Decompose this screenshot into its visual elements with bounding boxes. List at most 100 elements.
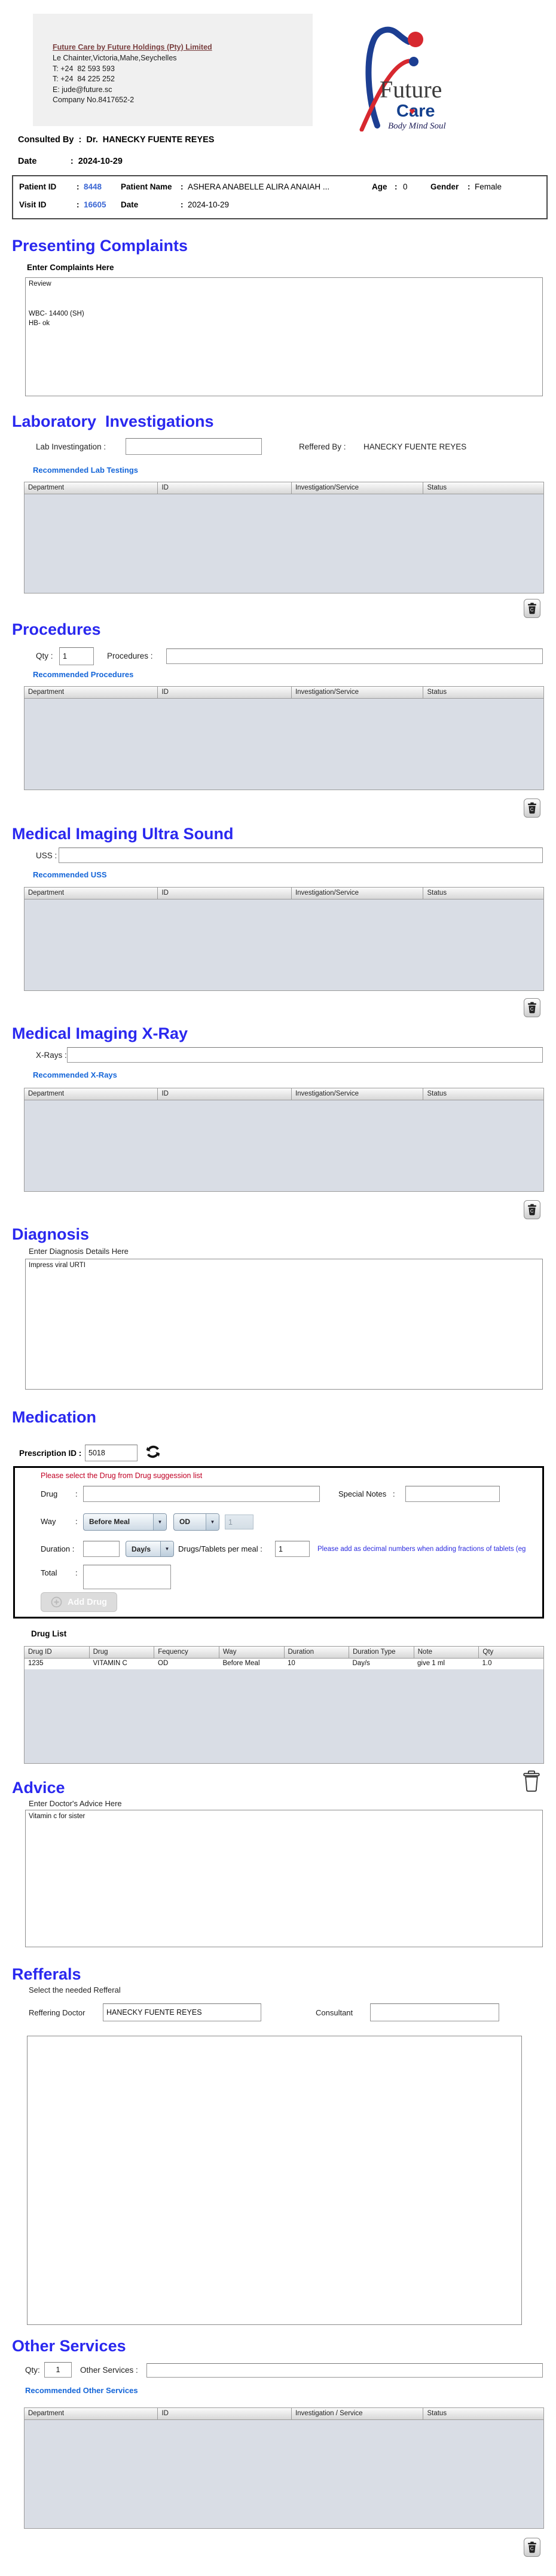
section-title-refferals: Refferals	[12, 1965, 81, 1983]
chevron-down-icon: ▼	[153, 1514, 166, 1530]
colon: :	[393, 1489, 395, 1498]
section-title-diagnosis: Diagnosis	[12, 1225, 90, 1243]
col-drug-id: Drug ID	[25, 1647, 90, 1658]
trash-icon	[528, 1002, 536, 1014]
gender-label: Gender	[430, 182, 459, 191]
colon: :	[75, 1489, 78, 1498]
drug-row-duration-type: Day/s	[352, 1660, 370, 1667]
recommended-procedures-link[interactable]: Recommended Procedures	[33, 670, 133, 679]
col-status: Status	[427, 1090, 447, 1097]
logo-blue-dot	[409, 57, 418, 66]
uss-table-delete-button[interactable]	[524, 998, 540, 1017]
recommended-xrays-link[interactable]: Recommended X-Rays	[33, 1070, 117, 1079]
xray-table-header: Department ID Investigation/Service Stat…	[24, 1088, 544, 1100]
prescription-refresh-button[interactable]	[143, 1443, 163, 1462]
col-investigation-service: Investigation/Service	[292, 888, 424, 899]
section-title-advice: Advice	[12, 1779, 65, 1797]
prescription-id-input[interactable]	[85, 1445, 138, 1461]
uss-table: Department ID Investigation/Service Stat…	[24, 887, 544, 991]
per-meal-input[interactable]	[275, 1541, 310, 1557]
uss-table-body	[24, 900, 544, 991]
meal-select[interactable]: Before Meal ▼	[83, 1513, 167, 1531]
procedures-qty-input[interactable]	[59, 647, 94, 665]
advice-label: Enter Doctor's Advice Here	[29, 1799, 122, 1808]
complaints-textarea[interactable]: Review WBC- 14400 (SH) HB- ok	[25, 277, 543, 396]
drug-list-delete-button[interactable]	[521, 1769, 542, 1794]
clinic-phone-1: T: +24 82 593 593	[53, 64, 115, 73]
uss-label: USS :	[36, 851, 57, 860]
col-status: Status	[427, 889, 447, 897]
clinic-name: Future Care by Future Holdings (Pty) Lim…	[53, 43, 212, 51]
refresh-icon	[146, 1445, 160, 1458]
other-services-input[interactable]	[146, 2363, 543, 2378]
recommended-uss-link[interactable]: Recommended USS	[33, 870, 107, 879]
col-investigation-service: Investigation/Service	[292, 1088, 424, 1100]
other-services-table-delete-button[interactable]	[524, 2538, 540, 2557]
clinic-company-no: Company No.8417652-2	[53, 96, 135, 104]
colon: :	[181, 182, 184, 191]
recommended-lab-testings-link[interactable]: Recommended Lab Testings	[33, 466, 138, 475]
other-qty-input[interactable]	[44, 2362, 72, 2378]
visit-date-label: Date	[121, 200, 139, 209]
reffered-by-value: HANECKY FUENTE REYES	[363, 442, 467, 451]
lab-investigation-input[interactable]	[126, 438, 262, 455]
logo-tagline: Body Mind Soul	[388, 121, 446, 131]
col-way: Way	[219, 1647, 285, 1658]
procedures-table-delete-button[interactable]	[524, 799, 540, 818]
meal-select-value: Before Meal	[89, 1518, 130, 1526]
col-id: ID	[158, 2408, 292, 2419]
refferal-list-box[interactable]	[27, 2036, 522, 2325]
special-notes-input[interactable]	[405, 1486, 500, 1502]
reffering-doctor-label: Reffering Doctor	[29, 2008, 85, 2017]
frequency-select[interactable]: OD ▼	[173, 1513, 219, 1531]
xray-table-delete-button[interactable]	[524, 1200, 540, 1219]
procedures-table: Department ID Investigation/Service Stat…	[24, 686, 544, 790]
procedures-table-header: Department ID Investigation/Service Stat…	[24, 686, 544, 699]
xrays-input[interactable]	[67, 1047, 543, 1063]
col-investigation-service: Investigation / Service	[292, 2408, 424, 2419]
lab-table: Department ID Investigation/Service Stat…	[24, 482, 544, 593]
consultant-input[interactable]	[370, 2003, 499, 2021]
consultant-label: Consultant	[316, 2008, 353, 2017]
drug-input[interactable]	[83, 1486, 320, 1502]
add-drug-button[interactable]: Add Drug	[41, 1592, 118, 1612]
recommended-other-services-link[interactable]: Recommended Other Services	[25, 2386, 138, 2395]
reffering-doctor-input[interactable]	[103, 2003, 261, 2021]
col-id: ID	[158, 888, 292, 899]
visit-id-label: Visit ID	[19, 200, 47, 209]
drug-row-way: Before Meal	[222, 1660, 260, 1667]
advice-textarea[interactable]: Vitamin c for sister	[25, 1810, 543, 1947]
patient-id-value: 8448	[84, 182, 102, 191]
visit-id-value: 16605	[84, 200, 106, 209]
clinic-email: E: jude@future.sc	[53, 85, 112, 94]
col-department: Department	[25, 1088, 158, 1100]
uss-input[interactable]	[59, 848, 543, 863]
xrays-label: X-Rays :	[36, 1051, 67, 1060]
patient-name-label: Patient Name	[121, 182, 172, 191]
col-duration: Duration	[285, 1647, 350, 1658]
visit-date-value: 2024-10-29	[188, 200, 230, 209]
col-investigation-service: Investigation/Service	[292, 687, 424, 698]
col-department: Department	[25, 888, 158, 899]
trash-icon	[528, 2541, 536, 2553]
drug-row[interactable]: 1235 VITAMIN C OD Before Meal 10 Day/s g…	[24, 1659, 544, 1669]
diagnosis-textarea[interactable]: Impress viral URTI	[25, 1259, 543, 1390]
other-services-table-body	[24, 2420, 544, 2529]
way-label: Way	[41, 1517, 56, 1526]
lab-table-body	[24, 494, 544, 593]
lab-table-delete-button[interactable]	[524, 599, 540, 618]
other-qty-label: Qty:	[25, 2366, 40, 2375]
way-qty-input	[225, 1515, 253, 1529]
col-qty: Qty	[482, 1648, 494, 1656]
drug-list-header: Drug ID Drug Fequency Way Duration Durat…	[24, 1646, 544, 1659]
duration-type-select[interactable]: Day/s ▼	[126, 1541, 174, 1557]
prescription-id-label: Prescription ID :	[19, 1449, 82, 1458]
section-title-medication: Medication	[12, 1408, 97, 1426]
duration-label: Duration :	[41, 1544, 75, 1553]
consult-date-line: Date : 2024-10-29	[18, 157, 123, 166]
patient-id-label: Patient ID	[19, 182, 57, 191]
procedures-input[interactable]	[166, 648, 543, 664]
colon: :	[75, 1517, 78, 1526]
duration-input[interactable]	[83, 1541, 120, 1557]
total-input[interactable]	[83, 1565, 171, 1589]
